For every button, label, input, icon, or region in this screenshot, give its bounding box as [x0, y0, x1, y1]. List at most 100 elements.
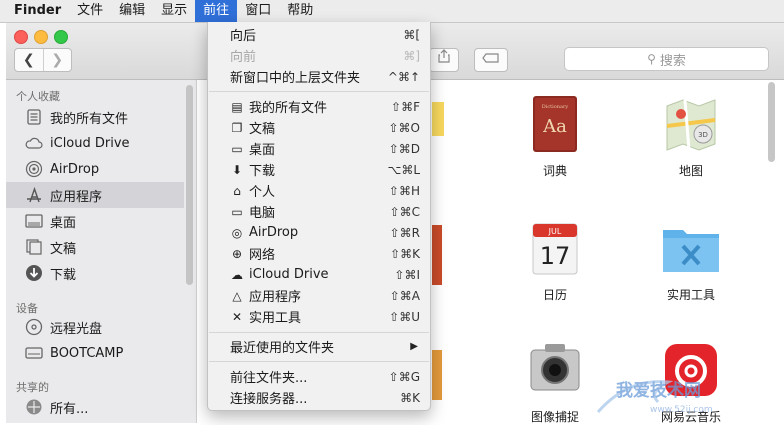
- sidebar-item-label: 文稿: [50, 241, 77, 257]
- menu-item-label: 向前: [230, 50, 257, 65]
- svg-text:3D: 3D: [698, 131, 708, 139]
- tags-button[interactable]: [474, 48, 508, 72]
- menu-item-documents[interactable]: ❐ 文稿 ⇧⌘O: [208, 117, 430, 138]
- menu-item-label: 向后: [230, 29, 257, 44]
- share-icon: [438, 49, 450, 63]
- utilities-icon: ✕: [231, 309, 243, 324]
- menu-separator: [209, 361, 429, 362]
- menu-item-go-to-folder[interactable]: 前往文件夹... ⇧⌘G: [208, 366, 430, 387]
- sidebar-item-applications[interactable]: 应用程序: [6, 182, 184, 208]
- zoom-button[interactable]: [54, 30, 68, 44]
- menu-item-shortcut: ⇧⌘U: [389, 309, 420, 324]
- menu-item-recent-folders[interactable]: 最近使用的文件夹 ▶: [208, 336, 430, 357]
- utilities-folder-icon: [659, 216, 723, 280]
- app-label: 日历: [542, 288, 567, 302]
- documents-icon: [24, 238, 44, 256]
- sidebar-item-desktop[interactable]: 桌面: [6, 208, 184, 234]
- menu-item-label: 应用程序: [249, 290, 302, 305]
- menu-item-shortcut: ⌘[: [403, 27, 420, 42]
- menu-separator: [209, 91, 429, 92]
- sidebar-item-all-files[interactable]: 我的所有文件: [6, 104, 184, 130]
- app-label: 词典: [542, 164, 567, 178]
- menu-help[interactable]: 帮助: [279, 0, 321, 22]
- forward-button[interactable]: ❯: [42, 49, 72, 71]
- image-capture-icon: [523, 338, 587, 402]
- all-files-icon: ▤: [231, 99, 243, 114]
- menu-item-label: 实用工具: [249, 311, 302, 326]
- calendar-day: 17: [540, 242, 571, 270]
- menu-item-all-files[interactable]: ▤ 我的所有文件 ⇧⌘F: [208, 96, 430, 117]
- back-button[interactable]: ❮: [15, 49, 43, 71]
- menu-item-shortcut: ⇧⌘C: [389, 204, 420, 219]
- menu-item-label: 前往文件夹...: [230, 371, 308, 386]
- menu-item-applications[interactable]: △ 应用程序 ⇧⌘A: [208, 285, 430, 306]
- sidebar-item-label: 应用程序: [50, 189, 103, 205]
- menu-item-home[interactable]: ⌂ 个人 ⇧⌘H: [208, 180, 430, 201]
- menu-item-utilities[interactable]: ✕ 实用工具 ⇧⌘U: [208, 306, 430, 327]
- partial-icon: [432, 225, 442, 285]
- documents-icon: ❐: [231, 120, 243, 135]
- content-scrollbar[interactable]: [768, 82, 775, 162]
- menu-item-shortcut: ⇧⌘A: [389, 288, 420, 303]
- search-input[interactable]: ⚲ 搜索: [564, 47, 769, 71]
- menu-item-shortcut: ⇧⌘I: [394, 267, 420, 282]
- sidebar-item-all-shared[interactable]: 所有...: [6, 394, 184, 420]
- sidebar-item-label: iCloud Drive: [50, 135, 130, 151]
- nav-buttons: ❮ ❯: [14, 48, 72, 72]
- sidebar-section-shared: 共享的: [16, 381, 49, 394]
- sidebar-item-remote-disc[interactable]: 远程光盘: [6, 314, 184, 340]
- menu-item-shortcut: ⇧⌘G: [388, 369, 420, 384]
- desktop-icon: [24, 212, 44, 230]
- share-button[interactable]: [429, 48, 459, 72]
- menu-item-desktop[interactable]: ▭ 桌面 ⇧⌘D: [208, 138, 430, 159]
- menu-item-label: 我的所有文件: [249, 101, 328, 116]
- sidebar-item-documents[interactable]: 文稿: [6, 234, 184, 260]
- menu-go[interactable]: 前往: [195, 0, 238, 22]
- applications-icon: △: [232, 288, 242, 303]
- menu-item-enclosing-folder[interactable]: 新窗口中的上层文件夹 ^⌘↑: [208, 66, 430, 87]
- app-calendar[interactable]: JUL 17 日历: [505, 216, 605, 303]
- sidebar-item-airdrop[interactable]: AirDrop: [6, 156, 184, 182]
- menu-separator: [209, 332, 429, 333]
- menu-item-airdrop[interactable]: ◎ AirDrop ⇧⌘R: [208, 222, 430, 243]
- dictionary-badge-top: Dictionary: [542, 104, 569, 110]
- desktop-icon: ▭: [231, 141, 243, 156]
- sidebar-scrollbar[interactable]: [186, 85, 193, 285]
- app-dictionary[interactable]: Dictionary Aa 词典: [505, 92, 605, 179]
- search-icon: ⚲: [647, 52, 656, 66]
- sidebar-item-downloads[interactable]: 下载: [6, 260, 184, 286]
- remote-disc-icon: [24, 318, 44, 336]
- menu-item-icloud[interactable]: ☁ iCloud Drive ⇧⌘I: [208, 264, 430, 285]
- computer-icon: ▭: [231, 204, 243, 219]
- sidebar-item-icloud[interactable]: iCloud Drive: [6, 130, 184, 156]
- menu-edit[interactable]: 编辑: [111, 0, 153, 22]
- menu-item-computer[interactable]: ▭ 电脑 ⇧⌘C: [208, 201, 430, 222]
- sidebar-item-label: 我的所有文件: [50, 111, 129, 127]
- menu-item-downloads[interactable]: ⬇ 下载 ⌥⌘L: [208, 159, 430, 180]
- menu-item-label: 下载: [249, 164, 276, 179]
- close-button[interactable]: [14, 30, 28, 44]
- menu-window[interactable]: 窗口: [237, 0, 279, 22]
- minimize-button[interactable]: [34, 30, 48, 44]
- app-maps[interactable]: 3D 地图: [641, 92, 741, 179]
- drive-icon: [24, 344, 44, 362]
- app-utilities[interactable]: 实用工具: [641, 216, 741, 303]
- menu-item-shortcut: ⇧⌘H: [388, 183, 420, 198]
- menu-item-label: 电脑: [249, 206, 276, 221]
- watermark: 我爱技术网 www.52ij.com: [588, 372, 778, 420]
- menu-item-connect-server[interactable]: 连接服务器... ⌘K: [208, 387, 430, 408]
- menu-item-network[interactable]: ⊕ 网络 ⇧⌘K: [208, 243, 430, 264]
- sidebar-item-label: 桌面: [50, 215, 77, 231]
- home-icon: ⌂: [233, 183, 241, 198]
- partial-icon: [432, 350, 442, 400]
- menu-item-back[interactable]: 向后 ⌘[: [208, 24, 430, 45]
- network-icon: ⊕: [231, 246, 243, 261]
- menu-finder[interactable]: Finder: [0, 0, 69, 22]
- menu-item-label: 最近使用的文件夹: [230, 341, 335, 356]
- download-icon: ⬇: [231, 162, 243, 177]
- menu-item-label: 个人: [249, 185, 276, 200]
- menu-file[interactable]: 文件: [69, 0, 111, 22]
- menu-view[interactable]: 显示: [153, 0, 195, 22]
- sidebar-item-label: 所有...: [50, 401, 89, 417]
- sidebar-item-bootcamp[interactable]: BOOTCAMP: [6, 340, 184, 366]
